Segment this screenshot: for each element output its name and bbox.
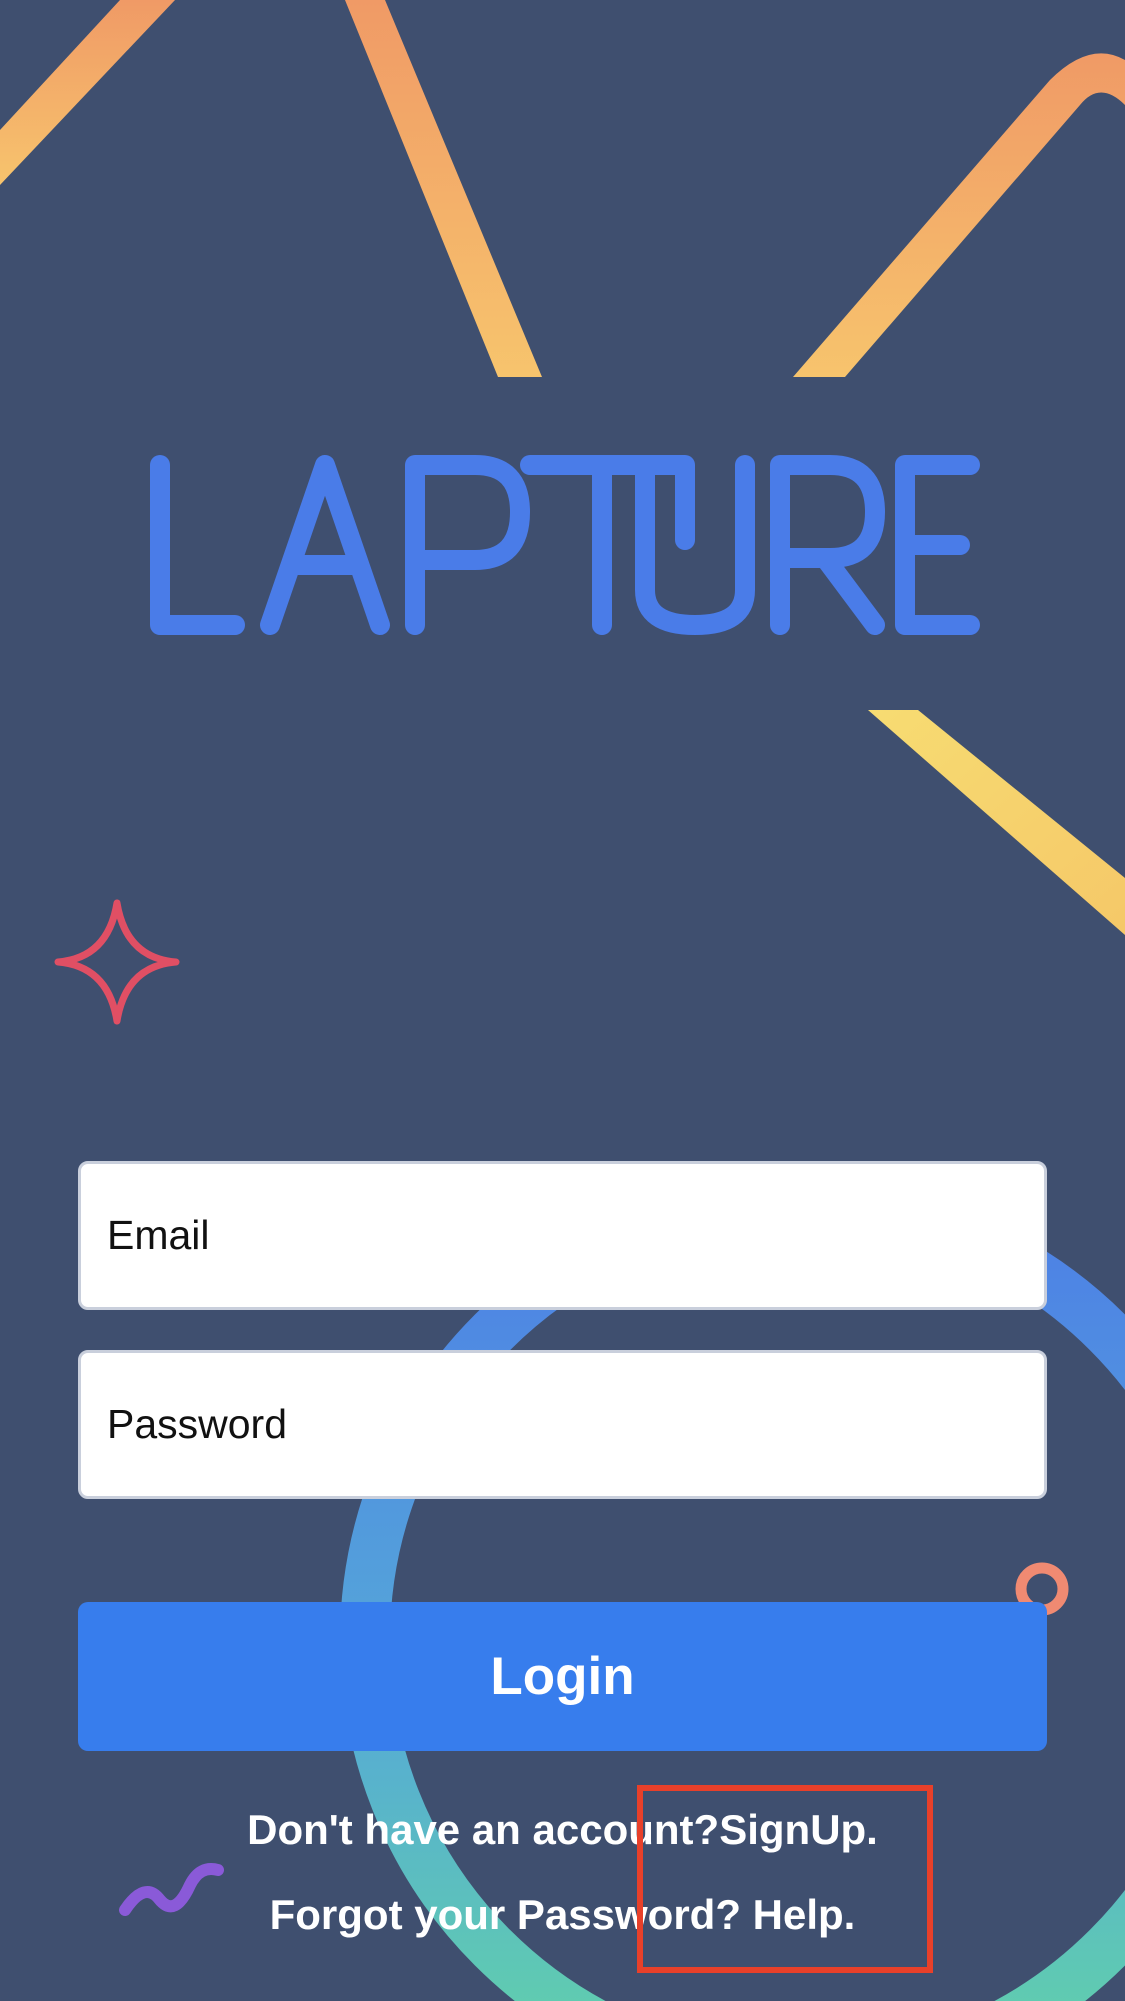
forgot-password-prompt: Forgot your Password? [269,1891,741,1938]
password-field[interactable] [78,1350,1047,1499]
top-right-curved-stripe [793,53,1125,377]
top-center-stripe [345,0,542,377]
email-field[interactable] [78,1161,1047,1310]
help-link[interactable]: Help. [753,1891,856,1938]
forgot-password-row: Forgot your Password? Help. [0,1891,1125,1939]
signup-row: Don't have an account?SignUp. [0,1806,1125,1854]
password-input[interactable] [81,1353,1044,1496]
sparkle-icon [54,899,180,1025]
login-button[interactable]: Login [78,1602,1047,1751]
signup-prompt: Don't have an account? [247,1806,720,1853]
email-input[interactable] [81,1164,1044,1307]
top-left-stripe [0,0,175,185]
mid-right-stripe [868,710,1125,935]
signup-link[interactable]: SignUp. [719,1806,878,1853]
lapture-logo [150,455,980,635]
